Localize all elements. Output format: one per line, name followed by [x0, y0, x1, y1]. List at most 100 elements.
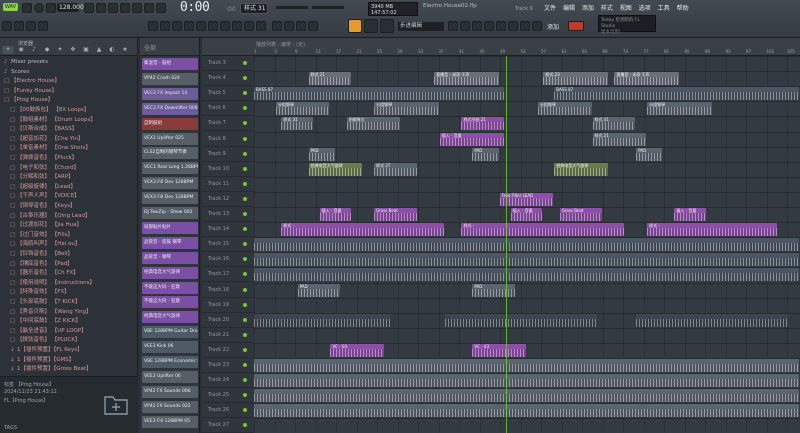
playlist-clip[interactable]: 样式节拍 21 [461, 117, 505, 131]
browser-item[interactable]: □ 【过渡加花】 【Jia Hua】 [0, 220, 138, 230]
menu-file[interactable]: 文件 [544, 5, 556, 12]
window-icon[interactable] [364, 19, 378, 33]
playlist-clip[interactable]: 样式 21 [308, 72, 352, 86]
menu-add[interactable]: 添加 [582, 5, 594, 12]
graph-icon[interactable] [296, 21, 306, 31]
track-mute-led[interactable] [243, 91, 247, 96]
browser-item[interactable]: □ 【器乐音色】 【Ch FX】 [0, 268, 138, 278]
playlist-clip[interactable]: PAD [297, 283, 341, 297]
channel-view-icon[interactable] [460, 21, 470, 31]
playlist-clip[interactable]: 样式 - [647, 223, 778, 237]
track-header[interactable]: Track 23 [202, 358, 254, 373]
channel-button[interactable]: VBE 128BPM Economic Dr [142, 356, 198, 368]
piano-roll-icon[interactable] [26, 21, 36, 31]
playlist-clip[interactable]: Gross Beat [559, 208, 603, 221]
playlist-clip[interactable]: 样式 - [461, 223, 625, 237]
playlist-clip[interactable]: BASS 87 [254, 87, 505, 101]
track-header[interactable]: Track 15 [202, 237, 254, 253]
channel-button[interactable]: CLS2自制的钢琴节奏 [142, 147, 198, 160]
browser-item[interactable]: ♪ Mixer presets [0, 57, 138, 67]
browser-tab-9[interactable]: ★ [119, 46, 131, 54]
settings-view-icon[interactable] [520, 21, 530, 31]
playlist-clip[interactable] [254, 268, 799, 282]
playlist-clip[interactable]: 样式 21 [592, 132, 647, 146]
channel-button[interactable]: DJ TwoZip - Show 002 [142, 207, 198, 219]
playlist-clip[interactable]: VC - 03 [472, 343, 526, 357]
pattern-mode-icon[interactable] [22, 3, 32, 13]
browser-item[interactable]: □ 【海鸥叫声】 【Hai ou】 [0, 239, 138, 249]
playlist-clip[interactable]: 经典电音大气旋律 [308, 162, 363, 176]
track-mute-led[interactable] [243, 227, 247, 232]
track-header[interactable]: Track 27 [202, 418, 254, 433]
browser-item[interactable]: □ 【拨弦音色】 【PLUCK】 [0, 335, 138, 345]
browser-tab-all[interactable]: + [2, 46, 14, 54]
menu-help[interactable]: 帮助 [677, 5, 689, 12]
add-folder-icon[interactable] [103, 392, 129, 416]
browser-item[interactable]: □ 【铺底音色】 【Pad】 [0, 259, 138, 269]
browser-tab-2[interactable]: ♪ [28, 46, 40, 54]
master-volume-slider[interactable] [276, 6, 308, 9]
channel-button[interactable]: VEC2 FX Downlifter 009 [142, 102, 198, 115]
flag-icon[interactable] [568, 21, 584, 31]
playlist-clip[interactable] [636, 313, 789, 327]
channel-button[interactable]: VP42 FX Sounds 006 [142, 385, 198, 398]
browser-item[interactable]: ↓ 1【插件预置】【Gross Beat】 [0, 364, 138, 374]
playlist-clip[interactable]: 直播音 - 米奇 干声 [434, 72, 499, 86]
metronome-icon[interactable] [108, 3, 118, 13]
track-mute-led[interactable] [243, 257, 247, 262]
browser-tab-4[interactable]: ✦ [54, 46, 66, 54]
track-mute-led[interactable] [243, 287, 247, 292]
track-header[interactable]: Track 24 [202, 373, 254, 389]
arrow-icon[interactable] [284, 21, 294, 31]
blend-notes-icon[interactable] [156, 3, 166, 13]
piano-icon[interactable] [272, 21, 282, 31]
fx-icon[interactable] [256, 21, 266, 31]
track-mute-led[interactable] [243, 272, 247, 277]
browser-item[interactable]: □ 【00鼓族包】 【8X Loops】 [0, 105, 138, 115]
channel-button[interactable]: 品管音 - 钢琴 [142, 251, 198, 264]
track-header[interactable]: Track 10 [202, 162, 254, 177]
menu-view[interactable]: 视图 [620, 5, 632, 12]
browser-item[interactable]: □ 【干声人声】 【VOICE】 [0, 191, 138, 201]
track-header[interactable]: Track 20 [202, 313, 254, 328]
channel-filter[interactable]: 全部 [144, 43, 156, 52]
playlist-clip[interactable]: 直播音 - 米奇 干声 [614, 72, 679, 86]
link-icon[interactable] [196, 21, 206, 31]
playlist-clip[interactable]: 样式 23 [543, 72, 608, 86]
playhead[interactable] [506, 56, 507, 433]
browser-item[interactable]: □ 【过门音效】 【Fills】 [0, 230, 138, 240]
browser-item[interactable]: □ 【最全进音】 【UP LOOP】 [0, 326, 138, 336]
plugin-view-icon[interactable] [496, 21, 506, 31]
track-header[interactable]: Track 21 [202, 328, 254, 343]
track-mute-led[interactable] [243, 151, 247, 156]
track-header[interactable]: Track 12 [202, 192, 254, 207]
playlist-clip[interactable]: 样式 31 [281, 117, 314, 131]
channel-button[interactable]: VEE3 Fill 128BPM 05 [142, 415, 198, 428]
countdown-icon[interactable] [120, 3, 130, 13]
track-mute-led[interactable] [243, 166, 247, 171]
channel-button[interactable]: 集混音 - 鼓组 [142, 58, 198, 70]
pattern-selector[interactable]: 样式 31 [240, 3, 268, 14]
track-header[interactable]: Track 17 [202, 267, 254, 283]
play-icon[interactable] [84, 3, 94, 13]
channel-button[interactable]: 经典电音大气旋律 [142, 311, 198, 324]
playlist-clip[interactable] [254, 404, 799, 418]
browser-tab-8[interactable]: ◐ [106, 46, 118, 54]
playlist-clip[interactable]: 经典电音大气旋律 [554, 162, 608, 176]
cut-icon[interactable] [208, 21, 218, 31]
browser-item[interactable]: □ 【鼓组素材】 【Drum Loops】 [0, 115, 138, 125]
track-header[interactable]: Track 8 [202, 132, 254, 147]
channel-button[interactable]: VP42 Crash 024 [142, 72, 198, 85]
track-mute-led[interactable] [243, 121, 247, 126]
track-mute-led[interactable] [243, 302, 247, 307]
playlist-clip[interactable]: VC - 03 [330, 343, 385, 357]
track-header[interactable]: Track 16 [202, 252, 254, 268]
channel-button[interactable]: VP42 FX Sounds 022 [142, 400, 198, 413]
piano-view-icon[interactable] [508, 21, 518, 31]
channel-button[interactable]: VBE 128BPM Guitar Dram [142, 326, 198, 339]
sample-icon[interactable] [244, 21, 254, 31]
browser-item[interactable]: □ 【古筝乐器】 【Qing Lead】 [0, 211, 138, 221]
playlist-icon[interactable] [232, 21, 242, 31]
browser-item[interactable]: □ 【超级旋律】 【Lead】 [0, 182, 138, 192]
focus-icon[interactable] [348, 19, 362, 33]
